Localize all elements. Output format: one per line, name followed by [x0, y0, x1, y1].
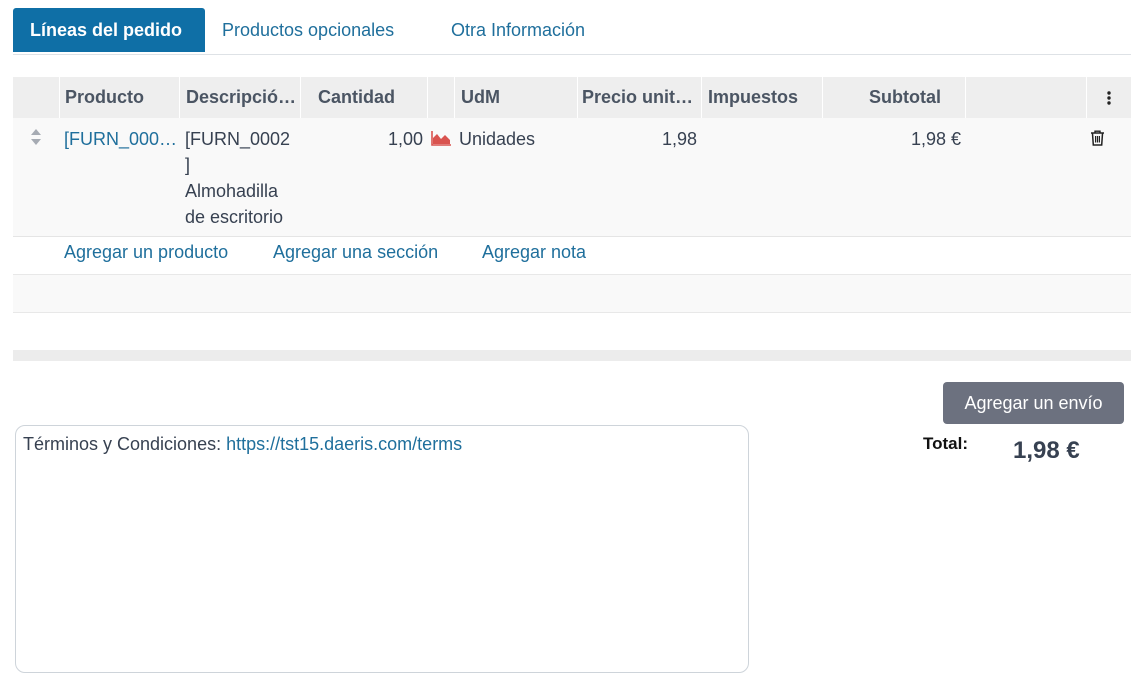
- add-product-link[interactable]: Agregar un producto: [64, 242, 228, 263]
- description-line: ]: [185, 155, 191, 175]
- product-cell[interactable]: [FURN_000…: [64, 126, 179, 152]
- tab-optional-products[interactable]: Productos opcionales: [205, 8, 411, 52]
- notebook-tabs: Líneas del pedido Productos opcionales O…: [13, 8, 1131, 55]
- header-descripcion[interactable]: Descripció…: [180, 77, 301, 118]
- uom-cell[interactable]: Unidades: [459, 126, 535, 152]
- table-header: Producto Descripció… Cantidad UdM Precio…: [13, 77, 1131, 118]
- table-row[interactable]: [FURN_000… [FURN_0002 ] Almohadilla de e…: [13, 118, 1131, 237]
- header-handle: [13, 77, 60, 118]
- terms-label: Términos y Condiciones:: [23, 434, 227, 454]
- description-line: [FURN_0002: [185, 129, 291, 149]
- terms-link[interactable]: https://tst15.daeris.com/terms: [226, 434, 462, 454]
- add-section-link[interactable]: Agregar una sección: [273, 242, 438, 263]
- description-cell[interactable]: [FURN_0002 ] Almohadilla de escritorio: [185, 126, 301, 230]
- header-precio[interactable]: Precio unit…: [578, 77, 702, 118]
- sort-arrows-icon[interactable]: [30, 128, 42, 146]
- tab-other-info[interactable]: Otra Información: [434, 8, 602, 52]
- header-impuestos[interactable]: Impuestos: [702, 77, 823, 118]
- header-cantidad[interactable]: Cantidad: [301, 77, 428, 118]
- column-options-button[interactable]: [1087, 77, 1131, 118]
- header-spacer: [966, 77, 1087, 118]
- total-label: Total:: [923, 434, 969, 453]
- header-producto[interactable]: Producto: [60, 77, 180, 118]
- header-udm[interactable]: UdM: [455, 77, 578, 118]
- empty-row: [13, 275, 1131, 313]
- quantity-cell[interactable]: 1,00: [301, 126, 423, 152]
- subtotal-cell: 1,98 €: [910, 129, 961, 149]
- area-chart-icon[interactable]: [431, 130, 452, 146]
- add-shipping-button[interactable]: Agregar un envío: [943, 382, 1124, 424]
- description-line: de escritorio: [185, 207, 284, 227]
- description-line: Almohadilla: [185, 181, 279, 201]
- vertical-dots-icon: [1107, 90, 1111, 105]
- total-amount: 1,98 €: [1013, 437, 1080, 464]
- terms-and-conditions-field[interactable]: Términos y Condiciones: https://tst15.da…: [15, 425, 749, 673]
- tab-order-lines[interactable]: Líneas del pedido: [13, 8, 205, 52]
- header-forecast: [428, 77, 455, 118]
- table-footer: [13, 350, 1131, 361]
- header-subtotal[interactable]: Subtotal: [823, 77, 966, 118]
- trash-icon[interactable]: [1090, 130, 1105, 146]
- empty-row: [13, 313, 1131, 351]
- add-line-row: Agregar un producto Agregar una sección …: [13, 237, 1131, 275]
- price-cell[interactable]: 1,98: [578, 126, 697, 152]
- add-note-link[interactable]: Agregar nota: [482, 242, 586, 263]
- order-lines-table: Producto Descripció… Cantidad UdM Precio…: [13, 77, 1131, 351]
